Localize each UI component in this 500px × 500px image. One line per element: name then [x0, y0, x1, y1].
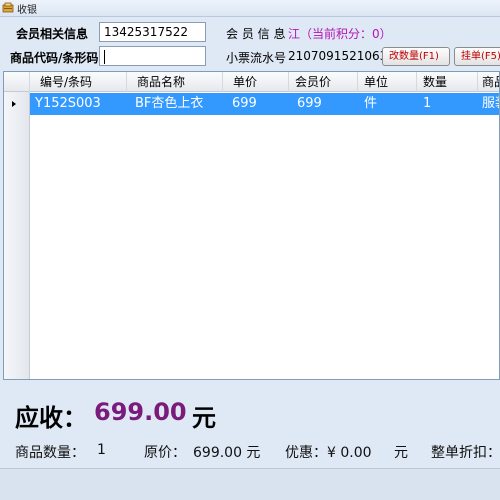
column-header-code[interactable]: 编号/条码: [30, 72, 127, 92]
discount-value: 优惠：¥ 0.00: [285, 445, 372, 461]
cell-category: 服装: [482, 96, 499, 111]
cell-code: Y152S003: [35, 96, 101, 111]
original-price-value: 699.00 元: [193, 445, 261, 461]
app-icon: [2, 2, 14, 14]
column-header-category[interactable]: 商品: [478, 72, 499, 92]
receipt-number-value: 21070915210632: [288, 49, 395, 63]
receipt-number-label: 小票流水号: [226, 51, 287, 65]
hang-order-button[interactable]: 挂单(F5): [454, 47, 500, 66]
amount-due-unit: 元: [192, 404, 216, 432]
column-header-price[interactable]: 单价: [223, 72, 289, 92]
payment-summary: 应收： 699.00 元 商品数量： 1 原价： 699.00 元 优惠：¥ 0…: [0, 380, 500, 468]
member-info-label: 会 员 信 息: [226, 27, 286, 41]
column-header-member-price[interactable]: 会员价: [289, 72, 358, 92]
table-row[interactable]: Y152S003 BF杏色上衣 699 699 件 1 服装: [30, 93, 499, 115]
original-price-label: 原价：: [144, 445, 186, 461]
product-code-label: 商品代码/条形码: [10, 51, 99, 65]
amount-due-value: 699.00: [94, 398, 187, 426]
column-header-name[interactable]: 商品名称: [127, 72, 223, 92]
column-header-unit[interactable]: 单位: [358, 72, 417, 92]
table-header: 编号/条码 商品名称 单价 会员价 单位 数量 商品: [4, 72, 499, 92]
cell-name: BF杏色上衣: [135, 96, 204, 111]
member-input[interactable]: 13425317522: [99, 22, 206, 42]
member-form: 会员相关信息 13425317522 会 员 信 息 江（当前积分：0） 商品代…: [0, 17, 500, 70]
product-table[interactable]: 编号/条码 商品名称 单价 会员价 单位 数量 商品 Y152S003 BF杏色…: [3, 71, 500, 380]
current-row-arrow-icon: [12, 101, 16, 107]
member-label: 会员相关信息: [16, 27, 89, 41]
cell-member-price: 699: [297, 96, 322, 111]
status-bar: [0, 468, 500, 500]
whole-order-discount-label: 整单折扣：: [431, 445, 500, 461]
title-bar: 收银: [0, 0, 500, 17]
text-cursor: [104, 49, 105, 64]
item-count-label: 商品数量：: [15, 445, 85, 461]
column-header-quantity[interactable]: 数量: [417, 72, 478, 92]
cell-unit: 件: [364, 96, 378, 111]
cell-price: 699: [232, 96, 257, 111]
change-quantity-button[interactable]: 改数量(F1): [382, 47, 450, 66]
discount-unit: 元: [394, 445, 408, 461]
window-title: 收银: [17, 4, 37, 16]
item-count-value: 1: [97, 442, 106, 458]
product-code-input[interactable]: [99, 46, 206, 66]
member-info-value: 江（当前积分：0）: [288, 27, 392, 41]
row-header-column: [4, 72, 30, 379]
cell-quantity: 1: [423, 96, 432, 111]
amount-due-label: 应收：: [15, 404, 87, 432]
header-corner: [4, 72, 30, 92]
